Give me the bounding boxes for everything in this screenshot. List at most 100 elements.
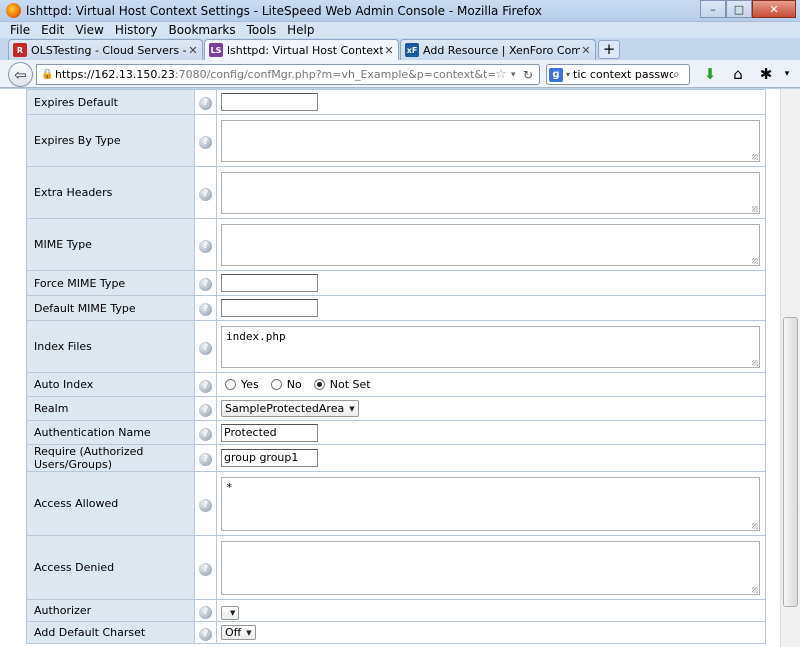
tab-olstesting[interactable]: R OLSTesting - Cloud Servers - Rackspa..… xyxy=(8,39,203,60)
row-authorizer: Authorizer ? ▼ xyxy=(26,599,766,622)
help-icon[interactable]: ? xyxy=(199,453,212,466)
search-engine-dropdown-icon[interactable]: ▾ xyxy=(563,70,573,79)
help-icon[interactable]: ? xyxy=(199,135,212,149)
auto-index-radio-group: Yes No Not Set xyxy=(221,378,765,391)
setting-label: Add Default Charset xyxy=(26,621,195,644)
setting-label: Extra Headers xyxy=(26,166,195,219)
menu-history[interactable]: History xyxy=(115,23,158,37)
tab-lshttpd-context-settings[interactable]: LS lshttpd: Virtual Host Context Setting… xyxy=(204,39,399,60)
setting-label: Expires Default xyxy=(26,89,195,115)
vertical-scrollbar[interactable] xyxy=(780,89,800,647)
radio-label: Yes xyxy=(241,378,259,391)
force-mime-type-input[interactable] xyxy=(221,274,318,292)
row-auto-index: Auto Index ? Yes No Not Set xyxy=(26,372,766,397)
authentication-name-input[interactable]: Protected xyxy=(221,423,318,442)
row-expires-default: Expires Default ? xyxy=(26,89,766,115)
menu-edit[interactable]: Edit xyxy=(41,23,64,37)
tab-xenforo[interactable]: xF Add Resource | XenForo Community ✕ xyxy=(400,39,596,60)
page-content: Expires Default ? Expires By Type ? Extr… xyxy=(0,89,780,647)
downloads-icon[interactable]: ⬇ xyxy=(696,65,724,83)
help-icon[interactable]: ? xyxy=(199,379,212,393)
help-icon[interactable]: ? xyxy=(199,627,212,641)
help-icon[interactable]: ? xyxy=(199,605,212,619)
help-icon[interactable]: ? xyxy=(199,187,212,201)
window-titlebar: lshttpd: Virtual Host Context Settings -… xyxy=(0,0,800,22)
search-icon[interactable]: ⌕ xyxy=(673,67,689,82)
authorizer-select[interactable]: ▼ xyxy=(221,605,240,620)
row-access-denied: Access Denied ? xyxy=(26,535,766,600)
minimize-button[interactable]: – xyxy=(700,0,726,18)
help-icon[interactable]: ? xyxy=(199,97,212,110)
url-text[interactable]: https://162.13.150.23:7080/config/confMg… xyxy=(55,68,495,81)
help-icon[interactable]: ? xyxy=(199,278,212,291)
auto-index-yes-radio[interactable] xyxy=(225,379,236,390)
realm-select[interactable]: SampleProtectedArea ▼ xyxy=(221,400,359,417)
url-dropdown-icon[interactable]: ▾ xyxy=(511,70,523,80)
row-realm: Realm ? SampleProtectedArea ▼ xyxy=(26,396,766,421)
default-mime-type-input[interactable] xyxy=(221,299,318,317)
search-bar[interactable]: g ▾ tic context password file ⌕ xyxy=(546,64,690,85)
scrollbar-thumb[interactable] xyxy=(783,317,798,607)
url-path: :7080/config/confMgr.php?m=vh_Example&p=… xyxy=(174,68,495,81)
auto-index-no-radio[interactable] xyxy=(270,379,282,390)
tab-close-icon[interactable]: ✕ xyxy=(580,44,592,57)
close-button[interactable]: ✕ xyxy=(752,0,796,18)
add-default-charset-select[interactable]: Off ▼ xyxy=(221,625,256,640)
back-arrow-icon: ⇦ xyxy=(14,65,27,84)
setting-label: Expires By Type xyxy=(26,114,195,167)
help-icon[interactable]: ? xyxy=(199,562,212,576)
extra-headers-textarea[interactable] xyxy=(221,171,760,214)
setting-label: Access Allowed xyxy=(26,471,195,536)
row-add-default-charset: Add Default Charset ? Off ▼ xyxy=(26,621,766,644)
help-icon[interactable]: ? xyxy=(199,498,212,512)
help-icon[interactable]: ? xyxy=(199,239,212,253)
tab-close-icon[interactable]: ✕ xyxy=(383,44,395,57)
select-value: Off xyxy=(225,626,242,639)
menu-view[interactable]: View xyxy=(75,23,103,37)
radio-label: No xyxy=(286,378,302,391)
row-expires-by-type: Expires By Type ? xyxy=(26,114,766,167)
context-settings-table: Expires Default ? Expires By Type ? Extr… xyxy=(26,89,766,644)
expires-default-input[interactable] xyxy=(221,93,318,111)
toolbar-menu-chevron-icon[interactable]: ▾ xyxy=(780,69,794,79)
back-button[interactable]: ⇦ xyxy=(8,62,33,87)
litespeed-icon: LS xyxy=(209,43,223,57)
maximize-button[interactable]: □ xyxy=(726,0,752,18)
chevron-down-icon: ▼ xyxy=(230,608,236,617)
menu-bar: File Edit View History Bookmarks Tools H… xyxy=(0,22,800,38)
row-require: Require (Authorized Users/Groups) ? grou… xyxy=(26,444,766,472)
new-tab-button[interactable]: + xyxy=(598,40,620,59)
menu-help[interactable]: Help xyxy=(287,23,314,37)
menu-bookmarks[interactable]: Bookmarks xyxy=(169,23,236,37)
help-icon[interactable]: ? xyxy=(199,427,212,441)
tab-label: lshttpd: Virtual Host Context Settings .… xyxy=(227,43,383,57)
firefox-logo-icon xyxy=(6,3,21,18)
access-allowed-textarea[interactable]: * xyxy=(221,476,760,531)
menu-tools[interactable]: Tools xyxy=(247,23,277,37)
lock-icon: 🔒 xyxy=(41,69,54,80)
row-extra-headers: Extra Headers ? xyxy=(26,166,766,219)
chevron-down-icon: ▼ xyxy=(246,628,252,637)
mime-type-textarea[interactable] xyxy=(221,223,760,266)
toolbar-icons: ⬇ ⌂ ✱ ▾ xyxy=(696,65,794,83)
expires-by-type-textarea[interactable] xyxy=(221,119,760,162)
extension-icon[interactable]: ✱ xyxy=(752,65,780,83)
google-search-engine-icon[interactable]: g xyxy=(549,67,563,82)
url-bar[interactable]: 🔒 https://162.13.150.23:7080/config/conf… xyxy=(36,64,540,85)
setting-label: Realm xyxy=(26,396,195,421)
require-input[interactable]: group group1 xyxy=(221,449,318,467)
auto-index-not-set-radio[interactable] xyxy=(313,379,325,390)
home-icon[interactable]: ⌂ xyxy=(724,65,752,83)
tab-close-icon[interactable]: ✕ xyxy=(187,44,199,57)
menu-file[interactable]: File xyxy=(10,23,30,37)
bookmark-star-icon[interactable]: ☆ xyxy=(495,67,511,82)
search-input[interactable]: tic context password file xyxy=(573,68,673,81)
access-denied-textarea[interactable] xyxy=(221,540,760,595)
index-files-textarea[interactable]: index.php xyxy=(221,325,760,368)
setting-label: Authorizer xyxy=(26,599,195,622)
help-icon[interactable]: ? xyxy=(199,403,212,417)
help-icon[interactable]: ? xyxy=(199,341,212,355)
reload-icon[interactable]: ↻ xyxy=(523,68,539,82)
row-force-mime-type: Force MIME Type ? xyxy=(26,270,766,296)
help-icon[interactable]: ? xyxy=(199,303,212,316)
